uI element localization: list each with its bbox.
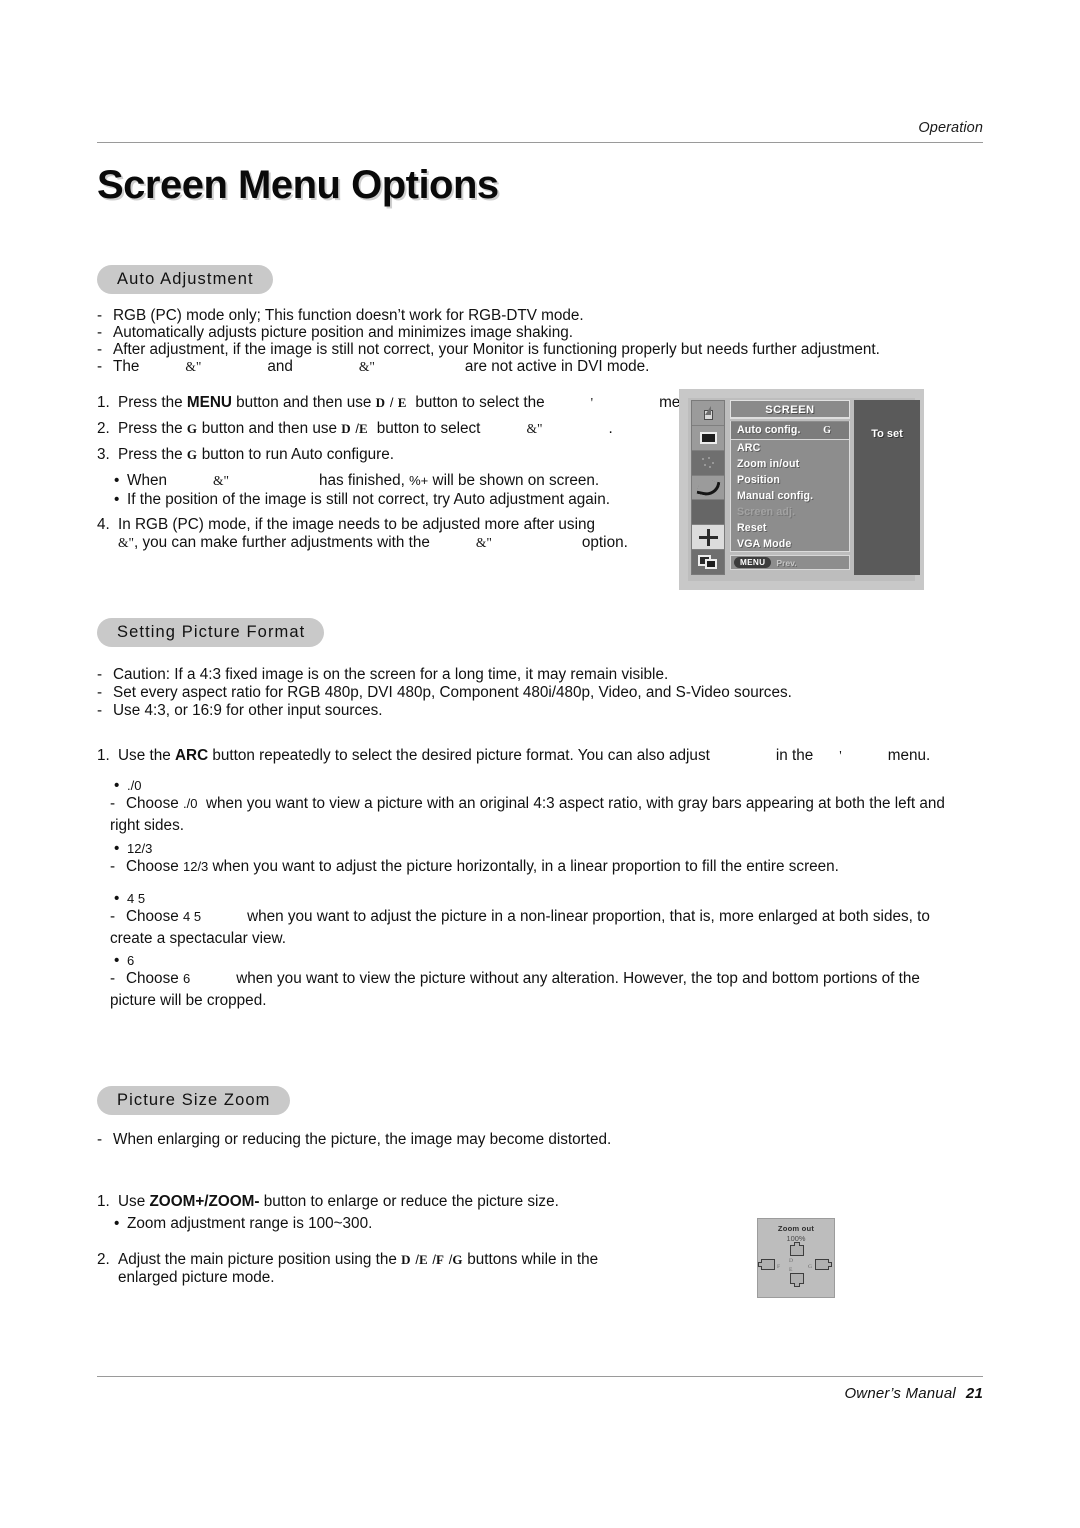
osd-item-list: Auto config. G ARC Zoom in/out Position … [730, 421, 850, 552]
header-rule [97, 142, 983, 143]
glyph-manual-config-1: &" [358, 359, 375, 374]
section-heading-picture-size-zoom: Picture Size Zoom [97, 1086, 290, 1115]
zoom-step-2-line2: enlarged picture mode. [118, 1269, 275, 1286]
osd-item-vga-mode[interactable]: VGA Mode [731, 536, 849, 552]
four-arrows-icon [692, 525, 724, 551]
glyph-auto-config-1: &" [185, 359, 202, 374]
osd-title: SCREEN [730, 400, 850, 419]
glyph-right-arrow-osd: G [823, 425, 831, 436]
glyph-right-arrow-3: G [452, 1252, 463, 1267]
zoom-arrow-up-icon [790, 1242, 804, 1256]
zoom-label-g: G [808, 1264, 813, 1270]
format-step-1: 1. Use the ARC button repeatedly to selec… [97, 747, 931, 764]
osd-item-zoom-in-out[interactable]: Zoom in/out [731, 456, 849, 472]
section-heading-setting-picture-format: Setting Picture Format [97, 618, 325, 647]
glyph-up-arrow-3: E [418, 1252, 429, 1267]
glyph-right-arrow-1: G [186, 421, 198, 436]
zoom-arrow-left-icon [758, 1259, 775, 1270]
osd-prev-label: Prev. [776, 557, 797, 568]
osd-icon-column [691, 400, 725, 575]
zoom-sub-bullet: • Zoom adjustment range is 100~300. [114, 1215, 373, 1232]
zoom-arrow-down-icon [790, 1273, 804, 1287]
footer-manual-label: Owner’s Manual [844, 1385, 956, 1402]
zoom-bullet-1: - When enlarging or reducing the picture,… [97, 1131, 612, 1148]
page-title: Screen Menu Options [97, 163, 499, 207]
osd-item-reset[interactable]: Reset [731, 520, 849, 536]
glyph-format-spectacle-repeat: 4 5 [182, 909, 202, 924]
osd-item-position[interactable]: Position [731, 472, 849, 488]
osd-screen-menu-image: SCREEN Auto config. G ARC Zoom in/out Po… [679, 389, 924, 590]
glyph-ok-1: %+ [409, 473, 429, 488]
format-1-desc: - Choose ./0 when you want to view a pict… [110, 795, 945, 834]
format-3-desc: - Choose 4 5 when you want to adjust the p… [110, 908, 930, 947]
zoom-label-d: D [789, 1258, 794, 1264]
glyph-format-zoom-repeat: 6 [182, 971, 191, 986]
auto-step-2: 2. Press the G button and then use D /E b… [97, 420, 613, 437]
blank-icon [692, 500, 724, 526]
glyph-format-16-9-repeat: 12/3 [182, 859, 209, 874]
dots-icon [692, 450, 724, 476]
osd-item-auto-config[interactable]: Auto config. G [731, 422, 849, 440]
glyph-up-arrow-2: E [359, 421, 369, 436]
footer: Owner’s Manual 21 [844, 1385, 983, 1402]
auto-step-4-line2: &", you can make further adjustments wit… [118, 534, 628, 551]
osd-menu-prev-button[interactable]: MENU Prev. [730, 555, 850, 570]
glyph-left-arrow-1: F [435, 1252, 445, 1267]
zoom-label-e: E [789, 1267, 793, 1273]
glyph-screen-menu-1: ' [590, 395, 594, 410]
zoom-arrow-right-icon [815, 1259, 832, 1270]
osd-menu-button-cap: MENU [734, 557, 772, 568]
glyph-format-4-3: ./0 [127, 778, 142, 793]
glyph-down-arrow-2: D [341, 421, 352, 436]
auto-sub-bullet-2: • If the position of the image is still n… [114, 491, 610, 508]
auto-bullet-4: - The &" and &" are not active in DVI mode. [97, 358, 650, 375]
section-heading-auto-adjustment: Auto Adjustment [97, 265, 273, 294]
glyph-auto-config-4: &" [118, 535, 135, 550]
auto-step-1: 1. Press the MENU button and then use D /… [97, 394, 702, 411]
glyph-right-arrow-2: G [186, 447, 198, 462]
footer-page-number: 21 [965, 1385, 983, 1402]
glyph-down-arrow-3: D [401, 1252, 412, 1267]
osd-item-arc[interactable]: ARC [731, 440, 849, 456]
glyph-format-16-9: 12/3 [127, 841, 153, 856]
glyph-format-spectacle: 4 5 [127, 891, 146, 906]
picture-icon [692, 426, 724, 451]
glyph-down-arrow-1: D [375, 395, 386, 410]
pip-icon [692, 550, 724, 575]
zoom-osd-arrow-grid: F D E G [758, 1242, 834, 1287]
format-bullet-3: - Use 4:3, or 16:9 for other input source… [97, 702, 383, 719]
manual-page: Operation Screen Menu Options Auto Adjus… [0, 0, 1080, 1528]
osd-right-panel: To set [854, 400, 920, 575]
speaker-icon [692, 401, 724, 426]
osd-item-manual-config[interactable]: Manual config. [731, 488, 849, 504]
glyph-format-zoom: 6 [127, 953, 135, 968]
glyph-screen-menu-2: ' [839, 748, 842, 763]
format-4-desc: - Choose 6 when you want to view the pictu… [110, 970, 920, 1009]
format-2-desc: - Choose 12/3 when you want to adjust the… [110, 858, 839, 875]
glyph-auto-config-2: &" [526, 421, 543, 436]
osd-item-screen-adj: Screen adj. [737, 506, 796, 518]
auto-step-3: 3. Press the G button to run Auto configu… [97, 446, 394, 463]
glyph-up-arrow-1: E [397, 395, 407, 410]
curve-icon [692, 476, 724, 501]
zoom-step-1: 1. Use ZOOM+/ZOOM- button to enlarge or r… [97, 1193, 559, 1210]
zoom-label-f: F [777, 1264, 781, 1270]
footer-rule [97, 1376, 983, 1377]
osd-zoom-out-image: Zoom out 100% F D E G [757, 1218, 835, 1298]
zoom-osd-title: Zoom out [777, 1224, 815, 1233]
glyph-auto-config-3: &" [212, 473, 229, 488]
glyph-format-4-3-repeat: ./0 [182, 796, 198, 811]
running-head: Operation [918, 120, 983, 136]
osd-menu-panel: SCREEN Auto config. G ARC Zoom in/out Po… [730, 400, 850, 575]
glyph-manual-config-2: &" [475, 535, 492, 550]
